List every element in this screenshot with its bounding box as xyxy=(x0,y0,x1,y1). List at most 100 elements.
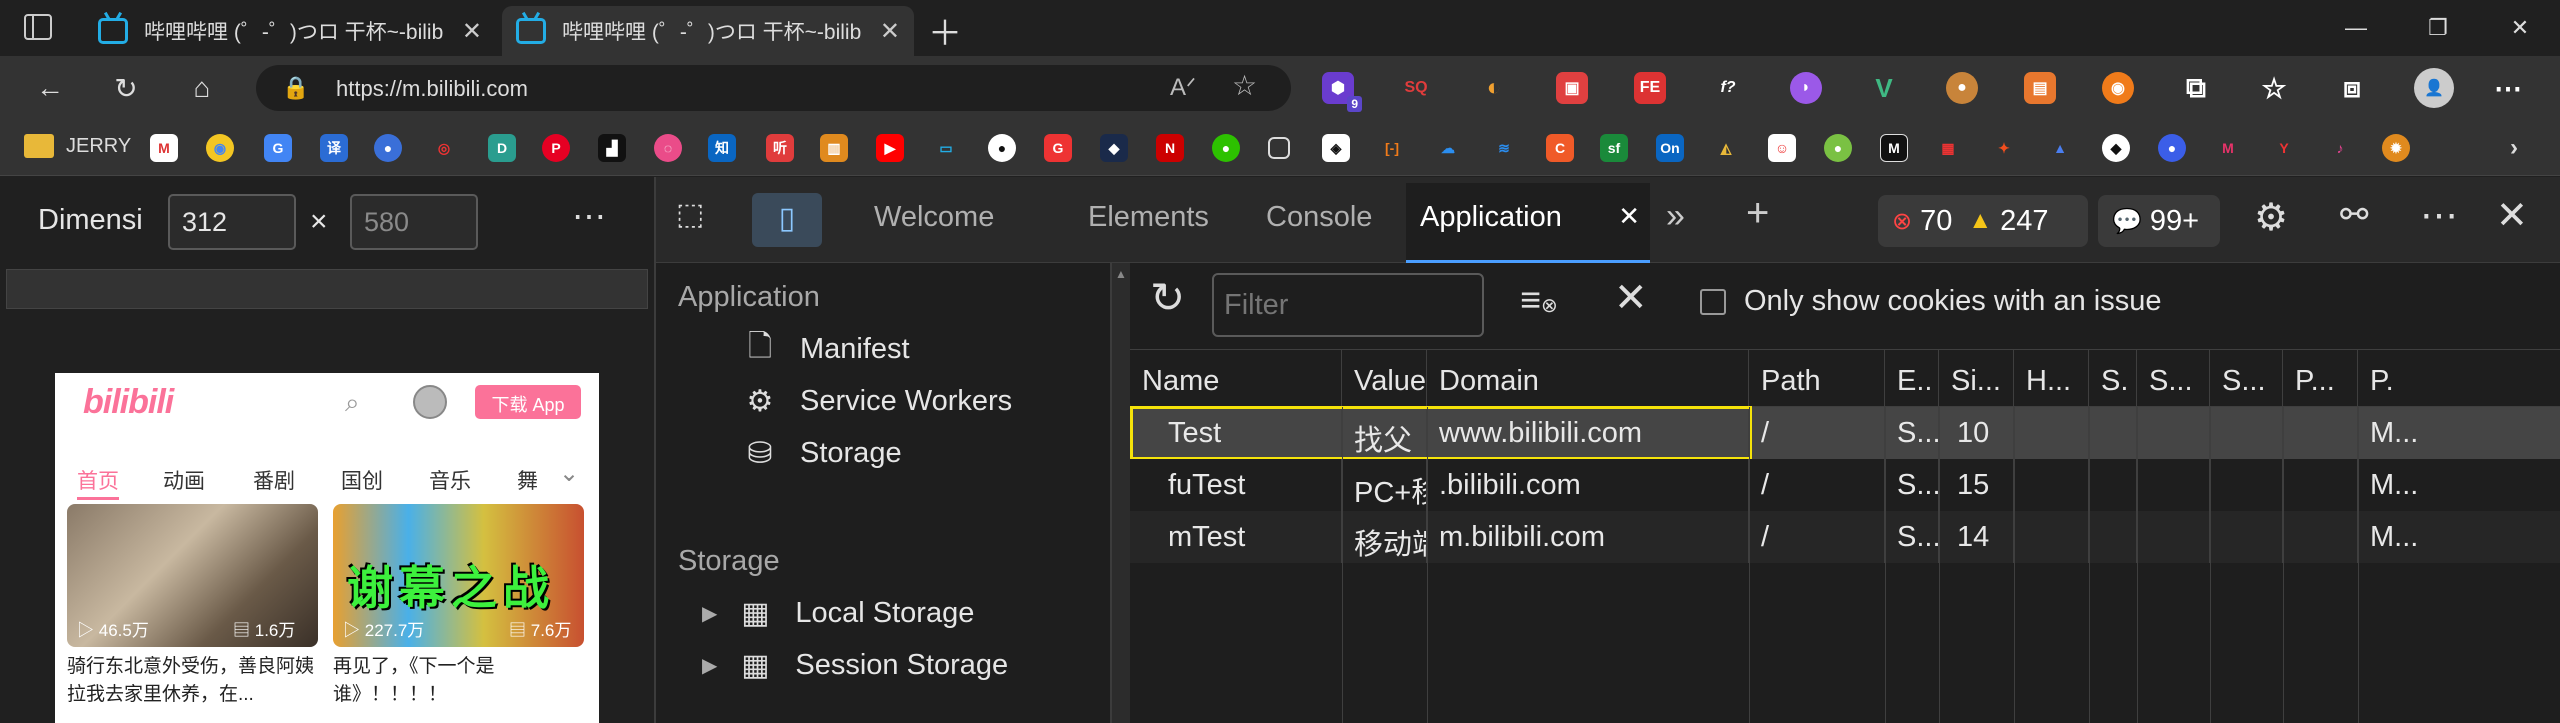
sidebar-item-service-workers[interactable]: ⚙ Service Workers xyxy=(740,381,1013,421)
refresh-icon[interactable]: ↻ xyxy=(1150,273,1185,322)
close-devtools-icon[interactable]: ✕ xyxy=(2496,193,2528,238)
filter-input[interactable] xyxy=(1212,273,1484,337)
issues-counter[interactable]: ⊗ 70 ▲ 247 xyxy=(1878,195,2088,247)
download-app-button[interactable]: 下载 App xyxy=(475,385,581,419)
browser-tab-1[interactable]: 哔哩哔哩 (゜-゜)つロ 干杯~-bilib ✕ xyxy=(84,6,496,56)
codepen-icon[interactable]: ◈ xyxy=(1322,134,1350,162)
messages-counter[interactable]: 💬 99+ xyxy=(2098,195,2220,247)
sidebar-item-storage[interactable]: ⛁ Storage xyxy=(740,433,901,473)
bookmark-orange-icon[interactable]: ▥ xyxy=(820,134,848,162)
chevron-right-icon[interactable]: › xyxy=(2500,134,2528,162)
address-bar[interactable]: 🔒 https://m.bilibili.com Aᐟ ☆ xyxy=(256,65,1291,111)
zhihu-icon[interactable]: 知 xyxy=(708,134,736,162)
extension-vue-icon[interactable]: V xyxy=(1868,72,1900,104)
extension-calculator-icon[interactable]: ▤ xyxy=(2024,72,2056,104)
video-caption[interactable]: 骑行东北意外受伤，善良阿姨拉我去家里休养，在... xyxy=(67,653,329,709)
yi-translate-icon[interactable]: 译 xyxy=(320,134,348,162)
tab-application[interactable]: Application ✕ xyxy=(1406,183,1650,263)
only-issue-checkbox[interactable] xyxy=(1700,289,1726,315)
more-tabs-icon[interactable]: » xyxy=(1666,197,1685,236)
youtube-icon[interactable]: ▶ xyxy=(876,134,904,162)
expand-arrow-icon[interactable]: ▶ xyxy=(702,601,717,626)
column-header-sameparty[interactable]: S... xyxy=(2210,349,2283,407)
device-toolbar-icon[interactable]: ▯ xyxy=(752,193,822,247)
close-tab-icon[interactable]: ✕ xyxy=(462,17,482,46)
refresh-button[interactable]: ↻ xyxy=(104,66,148,110)
tab-console[interactable]: Console xyxy=(1266,201,1372,234)
tab-animation[interactable]: 动画 xyxy=(163,465,205,495)
bookmark-lion-icon[interactable]: ✹ xyxy=(2382,134,2410,162)
maximize-button[interactable]: ❐ xyxy=(2408,8,2468,48)
minimize-button[interactable]: — xyxy=(2326,8,2386,48)
bookmark-arch-icon[interactable]: ◭ xyxy=(1712,134,1740,162)
sf-icon[interactable]: sf xyxy=(1600,134,1628,162)
extension-cookie-icon[interactable]: ● xyxy=(1946,72,1978,104)
column-header-secure[interactable]: S. xyxy=(2089,349,2137,407)
column-header-domain[interactable]: Domain xyxy=(1427,349,1749,407)
bookmark-cloud-icon[interactable]: ☁ xyxy=(1434,134,1462,162)
bookmark-black-icon[interactable]: ▟ xyxy=(598,134,626,162)
chrome-icon[interactable]: ◉ xyxy=(206,134,234,162)
browser-tab-2[interactable]: 哔哩哔哩 (゜-゜)つロ 干杯~-bilib ✕ xyxy=(502,6,914,56)
tab-home[interactable]: 首页 xyxy=(77,465,119,495)
gmail-icon[interactable]: M xyxy=(150,134,178,162)
github-icon[interactable]: ● xyxy=(988,134,1016,162)
bookmark-c-icon[interactable]: C xyxy=(1546,134,1574,162)
bookmark-g-icon[interactable]: G xyxy=(1044,134,1072,162)
bookmark-code-icon[interactable]: [-] xyxy=(1378,134,1406,162)
bookmark-d-icon[interactable]: D xyxy=(488,134,516,162)
column-header-size[interactable]: Si... xyxy=(1939,349,2014,407)
column-header-path[interactable]: Path xyxy=(1749,349,1885,407)
weibo-icon[interactable]: ◎ xyxy=(430,134,458,162)
add-tab-icon[interactable]: + xyxy=(1746,191,1769,236)
extension-fe-icon[interactable]: FE xyxy=(1634,72,1666,104)
bookmark-n-icon[interactable]: N xyxy=(1156,134,1184,162)
bilibili-icon[interactable]: ▭ xyxy=(932,134,960,162)
clear-filtered-cookies-icon[interactable]: ≡⊗ xyxy=(1520,279,1558,321)
on-icon[interactable]: On xyxy=(1656,134,1684,162)
expand-arrow-icon[interactable]: ▶ xyxy=(702,653,717,678)
extension-function-icon[interactable]: f? xyxy=(1712,72,1744,104)
tab-dance[interactable]: 舞 xyxy=(517,465,538,495)
bookmark-drop-icon[interactable]: ◆ xyxy=(2102,134,2130,162)
column-header-value[interactable]: Value xyxy=(1342,349,1427,407)
extension-cube-icon[interactable]: ▣ xyxy=(1556,72,1588,104)
chevron-down-icon[interactable]: ⌄ xyxy=(559,459,579,488)
bookmark-dark-icon[interactable]: ◆ xyxy=(1100,134,1128,162)
tab-actions-icon[interactable] xyxy=(24,14,52,40)
tab-music[interactable]: 音乐 xyxy=(429,465,471,495)
more-menu-icon[interactable]: ⋯ xyxy=(2492,72,2524,104)
close-tab-icon[interactable]: ✕ xyxy=(880,17,900,46)
bookmark-pink-icon[interactable]: ♪ xyxy=(2326,134,2354,162)
video-caption[interactable]: 再见了，《下一个是谁》！！！！ xyxy=(333,653,533,709)
bookmark-blue-icon[interactable]: ● xyxy=(2158,134,2186,162)
table-row[interactable]: mTest 移动端 m.bilibili.com / S... 14 M... xyxy=(1130,511,2560,563)
column-header-expires[interactable]: E.. xyxy=(1885,349,1939,407)
table-row[interactable]: fuTest PC+移... .bilibili.com / S... 15 M… xyxy=(1130,459,2560,511)
bookmark-m-icon[interactable]: M xyxy=(1880,134,1908,162)
bookmark-folder-jerry[interactable]: JERRY xyxy=(24,134,131,158)
bookmark-green-icon[interactable]: ● xyxy=(1824,134,1852,162)
bookmark-red-y-icon[interactable]: Y xyxy=(2270,134,2298,162)
tab-bangumi[interactable]: 番剧 xyxy=(253,465,295,495)
table-row[interactable]: Test 找父 www.bilibili.com / S... 10 M... xyxy=(1130,406,2560,460)
read-aloud-icon[interactable]: Aᐟ xyxy=(1170,73,1196,102)
device-height-input[interactable] xyxy=(350,194,478,250)
bookmark-pink-m-icon[interactable]: M xyxy=(2214,134,2242,162)
scroll-up-arrow-icon[interactable]: ▲ xyxy=(1115,267,1127,281)
more-options-icon[interactable]: ⋯ xyxy=(572,197,606,237)
close-window-button[interactable]: ✕ xyxy=(2490,8,2550,48)
bookmark-red-box-icon[interactable]: ▦ xyxy=(1934,134,1962,162)
home-button[interactable]: ⌂ xyxy=(180,66,224,110)
new-tab-button[interactable]: ＋ xyxy=(928,6,962,55)
figma-icon[interactable]: ✦ xyxy=(1990,134,2018,162)
favorites-icon[interactable]: ☆ xyxy=(2258,72,2290,104)
column-header-priority[interactable]: P. xyxy=(2358,349,2560,407)
wechat-icon[interactable]: ● xyxy=(1212,134,1240,162)
device-width-input[interactable] xyxy=(168,194,296,250)
extension-moon-icon[interactable]: ◐ xyxy=(1478,72,1510,104)
settings-gear-icon[interactable]: ⚙ xyxy=(2254,195,2288,240)
sidebar-item-manifest[interactable]: 🗋 Manifest xyxy=(740,329,910,369)
translate-icon[interactable]: G xyxy=(264,134,292,162)
sidebar-item-local-storage[interactable]: ▶ ▦ Local Storage xyxy=(702,593,974,633)
